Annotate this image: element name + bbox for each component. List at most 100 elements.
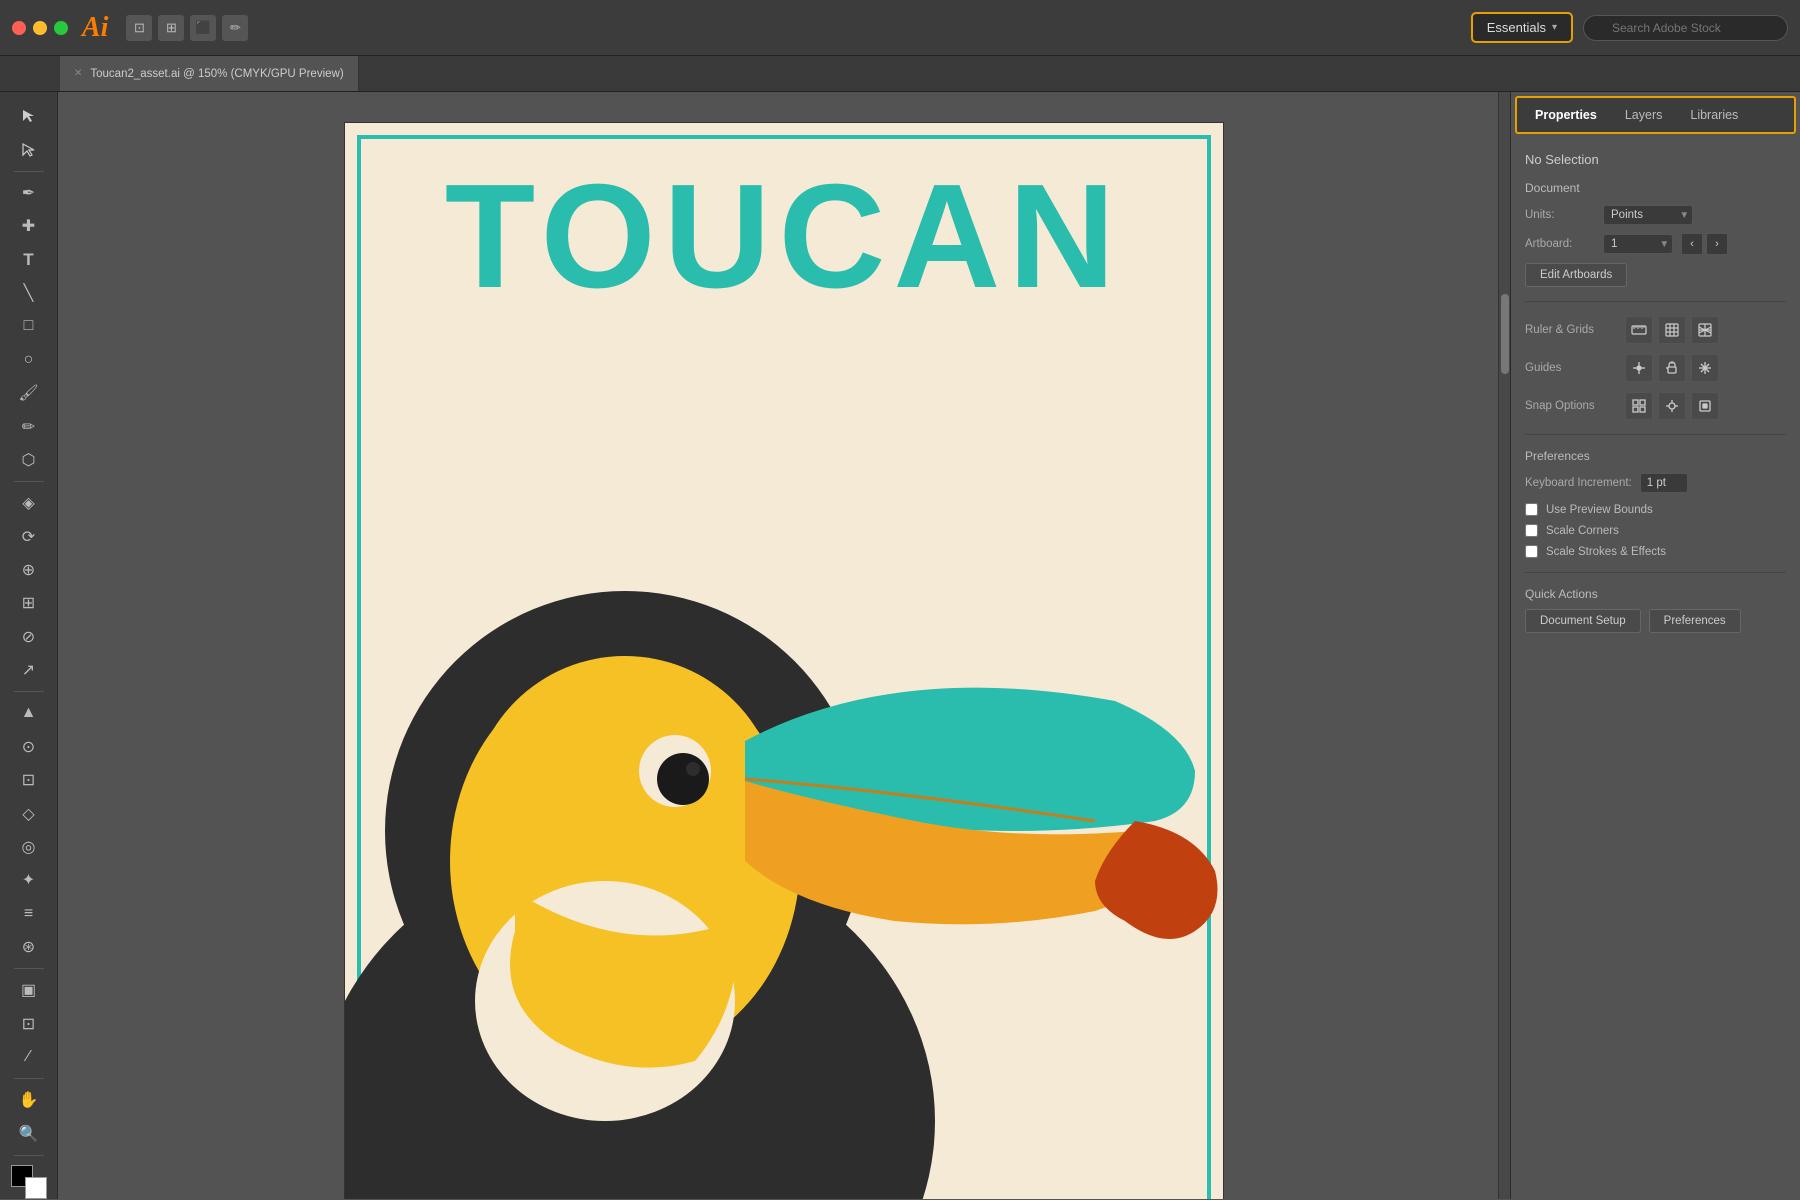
symbol-sprayer-tool[interactable]: ⊛ (12, 931, 46, 963)
essentials-arrow-icon: ▾ (1552, 22, 1557, 33)
direct-selection-tool[interactable] (12, 133, 46, 165)
mesh-tool[interactable]: ◇ (12, 797, 46, 829)
toolbar-icons: ⊡ ⊞ ⬛ ✏ (126, 15, 248, 41)
shape-builder-tool[interactable]: ▲ (12, 697, 46, 729)
document-tab[interactable]: ✕ Toucan2_asset.ai @ 150% (CMYK/GPU Prev… (60, 56, 359, 91)
selection-tool[interactable] (12, 100, 46, 132)
preferences-section-label: Preferences (1525, 449, 1786, 463)
tool-divider-2 (14, 481, 44, 482)
keyboard-increment-row: Keyboard Increment: (1525, 473, 1786, 493)
preferences-button[interactable]: Preferences (1649, 609, 1741, 633)
column-graph-tool[interactable]: ▣ (12, 974, 46, 1006)
minimize-button[interactable] (33, 21, 47, 35)
scale-corners-label[interactable]: Scale Corners (1546, 525, 1619, 537)
doc-tab-close[interactable]: ✕ (74, 68, 82, 79)
perspective-tool[interactable]: ⊡ (12, 764, 46, 796)
scale-corners-checkbox[interactable] (1525, 524, 1538, 537)
ellipse-tool[interactable]: ○ (12, 344, 46, 376)
artboard-next-button[interactable]: › (1706, 233, 1728, 255)
scale-tool[interactable]: ⊕ (12, 554, 46, 586)
snap-to-grid-btn[interactable] (1625, 392, 1653, 420)
warp-tool[interactable]: ⊞ (12, 587, 46, 619)
type-tool[interactable]: T (12, 243, 46, 275)
search-wrapper: 🔍 (1583, 15, 1788, 41)
artboard-prev-button[interactable]: ‹ (1681, 233, 1703, 255)
keyboard-increment-label: Keyboard Increment: (1525, 477, 1632, 489)
use-preview-bounds-label[interactable]: Use Preview Bounds (1546, 504, 1653, 516)
artboard-row: Artboard: 1 ▾ ‹ › (1525, 233, 1786, 255)
rect-tool[interactable]: □ (12, 310, 46, 342)
pencil-tool[interactable]: ✏ (12, 410, 46, 442)
units-select-wrapper: Points Pixels Inches Millimeters ▾ (1603, 205, 1693, 225)
titlebar: Ai ⊡ ⊞ ⬛ ✏ Essentials ▾ 🔍 (0, 0, 1800, 56)
ruler-grids-label: Ruler & Grids (1525, 324, 1615, 336)
maximize-button[interactable] (54, 21, 68, 35)
edit-artboards-row: Edit Artboards (1525, 263, 1786, 287)
vertical-scrollbar[interactable] (1498, 92, 1510, 1199)
pen-tool[interactable]: ✒ (12, 177, 46, 209)
slice-tool[interactable]: ∕ (12, 1041, 46, 1073)
width-tool[interactable]: ⊘ (12, 621, 46, 653)
add-anchor-tool[interactable]: ✚ (12, 210, 46, 242)
zoom-tool[interactable]: 🔍 (12, 1118, 46, 1150)
document-section-label: Document (1525, 181, 1786, 195)
tab-libraries[interactable]: Libraries (1676, 98, 1752, 132)
scrollbar-thumb[interactable] (1501, 294, 1509, 374)
left-toolbar: ✒ ✚ T ╲ □ ○ 🖌 ✏ ⬡ ◈ ⟳ ⊕ ⊞ ⊘ ↗ ▲ ⊙ ⊡ ◇ ◎ … (0, 92, 58, 1199)
line-tool[interactable]: ╲ (12, 277, 46, 309)
scale-strokes-checkbox[interactable] (1525, 545, 1538, 558)
divider-3 (1525, 572, 1786, 573)
arrange-icon[interactable]: ⬛ (190, 15, 216, 41)
guides-label: Guides (1525, 362, 1615, 374)
scale-corners-row: Scale Corners (1525, 524, 1786, 537)
scale-strokes-row: Scale Strokes & Effects (1525, 545, 1786, 558)
clear-guides-btn[interactable] (1691, 354, 1719, 382)
rotate-tool[interactable]: ⟳ (12, 520, 46, 552)
canvas-area: TOUCAN (58, 92, 1510, 1199)
eyedropper-tool[interactable]: ✦ (12, 864, 46, 896)
artboard-tool[interactable]: ⊡ (12, 1008, 46, 1040)
pen-icon[interactable]: ✏ (222, 15, 248, 41)
artboard-select[interactable]: 1 (1603, 234, 1673, 254)
show-guides-btn[interactable] (1625, 354, 1653, 382)
ruler-icon-btn[interactable] (1625, 316, 1653, 344)
gradient-tool[interactable]: ◎ (12, 831, 46, 863)
close-button[interactable] (12, 21, 26, 35)
eraser-tool[interactable]: ◈ (12, 487, 46, 519)
tool-divider-6 (14, 1155, 44, 1156)
panel-tabs: Properties Layers Libraries (1515, 96, 1796, 134)
background-color[interactable] (25, 1177, 47, 1199)
units-select[interactable]: Points Pixels Inches Millimeters (1603, 205, 1693, 225)
traffic-lights (12, 21, 68, 35)
perspective-grid-icon-btn[interactable] (1691, 316, 1719, 344)
scale-strokes-label[interactable]: Scale Strokes & Effects (1546, 546, 1666, 558)
essentials-button[interactable]: Essentials ▾ (1471, 12, 1573, 43)
blob-brush-tool[interactable]: ⬡ (12, 444, 46, 476)
color-selector[interactable] (11, 1165, 47, 1199)
free-transform-tool[interactable]: ↗ (12, 654, 46, 686)
guides-row: Guides (1525, 354, 1786, 382)
right-panel: Properties Layers Libraries No Selection… (1510, 92, 1800, 1199)
keyboard-increment-input[interactable] (1640, 473, 1688, 493)
new-file-icon[interactable]: ⊡ (126, 15, 152, 41)
artboard: TOUCAN (344, 122, 1224, 1199)
tab-layers[interactable]: Layers (1611, 98, 1677, 132)
lock-guides-btn[interactable] (1658, 354, 1686, 382)
toucan-artwork (344, 441, 1224, 1199)
use-preview-bounds-checkbox[interactable] (1525, 503, 1538, 516)
no-selection-label: No Selection (1525, 152, 1786, 167)
edit-artboards-button[interactable]: Edit Artboards (1525, 263, 1627, 287)
search-input[interactable] (1583, 15, 1788, 41)
grid-icon-btn[interactable] (1658, 316, 1686, 344)
snap-to-point-btn[interactable] (1658, 392, 1686, 420)
artboard-nav: ‹ › (1681, 233, 1728, 255)
hand-tool[interactable]: ✋ (12, 1084, 46, 1116)
paintbrush-tool[interactable]: 🖌 (12, 377, 46, 409)
units-label: Units: (1525, 209, 1595, 221)
snap-to-pixel-btn[interactable] (1691, 392, 1719, 420)
live-paint-tool[interactable]: ⊙ (12, 731, 46, 763)
tab-properties[interactable]: Properties (1521, 98, 1611, 132)
document-setup-button[interactable]: Document Setup (1525, 609, 1641, 633)
grid-icon[interactable]: ⊞ (158, 15, 184, 41)
blend-tool[interactable]: ≡ (12, 897, 46, 929)
